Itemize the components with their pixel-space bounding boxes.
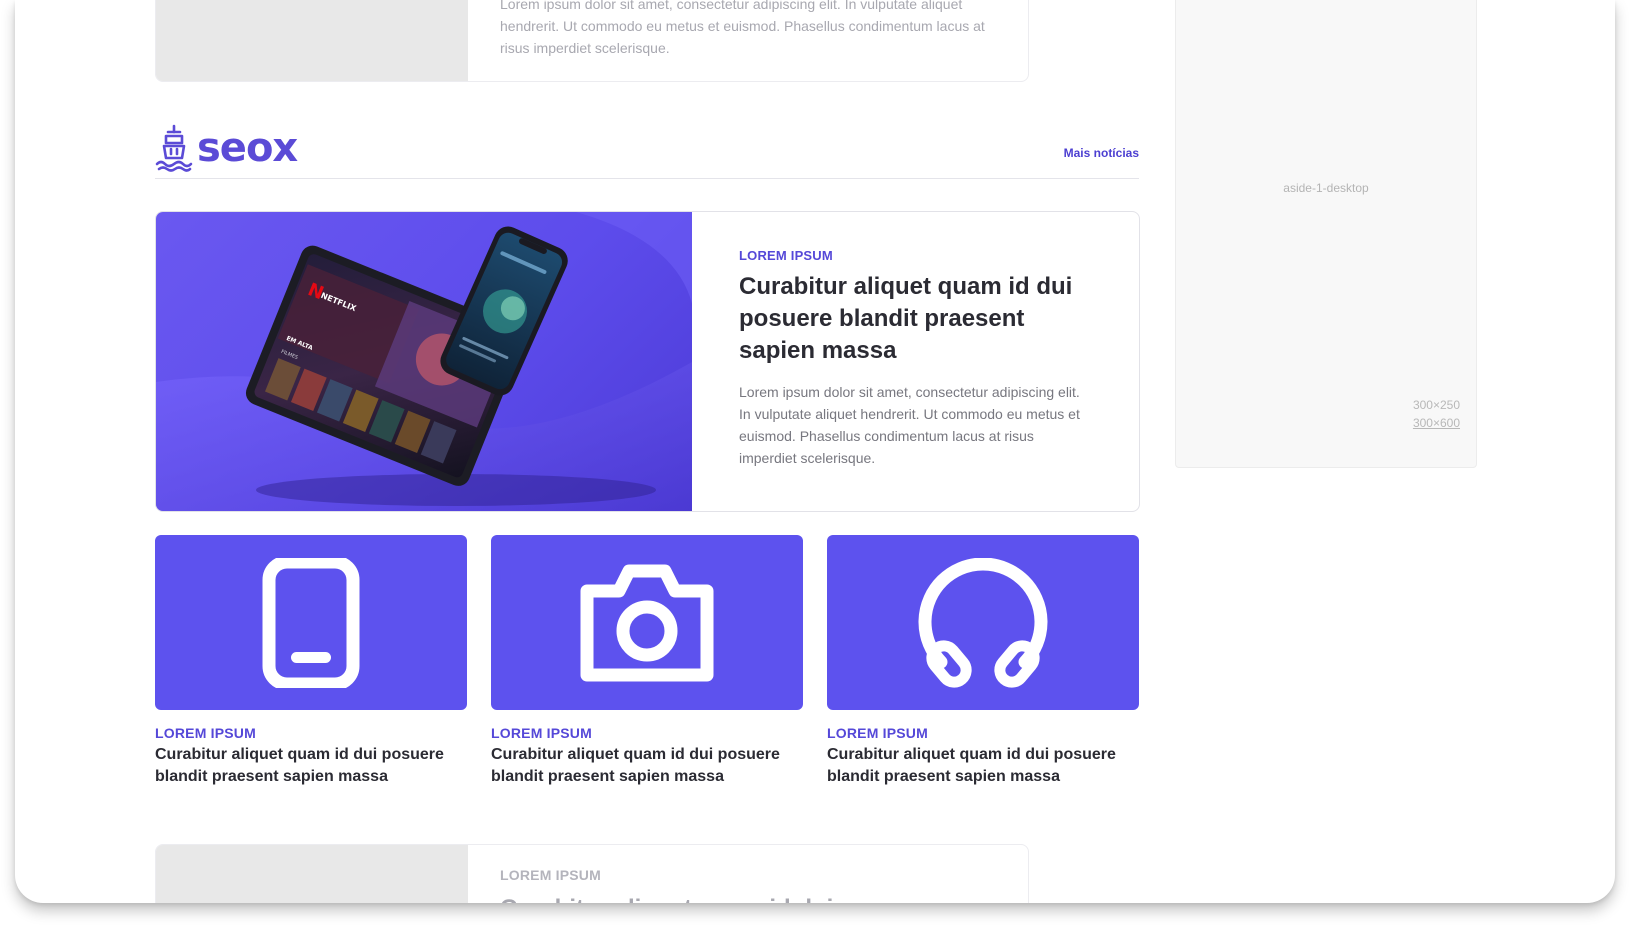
headphones-icon (918, 557, 1048, 688)
card-excerpt: Lorem ipsum dolor sit amet, consectetur … (500, 0, 985, 56)
image-placeholder (156, 845, 468, 903)
section-header: seox Mais notícias (155, 122, 1139, 179)
mini-card-title[interactable]: Curabitur aliquet quam id dui posuere bl… (491, 744, 803, 788)
featured-news-card[interactable]: N NETFLIX EM ALTA FILMES LOREM IPSUM Cur… (155, 211, 1140, 512)
ship-icon (155, 124, 193, 172)
featured-image: N NETFLIX EM ALTA FILMES (156, 212, 692, 511)
devices-illustration: N NETFLIX EM ALTA FILMES (156, 212, 692, 511)
card-kicker[interactable]: LOREM IPSUM (500, 867, 1000, 883)
seox-logo[interactable]: seox (155, 124, 298, 172)
featured-body: LOREM IPSUM Curabitur aliquet quam id du… (739, 248, 1089, 469)
mini-card-1[interactable]: LOREM IPSUM Curabitur aliquet quam id du… (155, 535, 467, 788)
featured-description: Lorem ipsum dolor sit amet, consectetur … (739, 384, 1080, 466)
more-news-link[interactable]: Mais notícias (1064, 146, 1139, 160)
news-card-top[interactable]: Lorem ipsum dolor sit amet, consectetur … (155, 0, 1029, 82)
ad-size-alt[interactable]: 300×600 (1413, 414, 1460, 432)
featured-kicker[interactable]: LOREM IPSUM (739, 248, 1089, 263)
mini-card-thumb[interactable] (491, 535, 803, 710)
page-viewport: Lorem ipsum dolor sit amet, consectetur … (15, 0, 1615, 903)
mini-card-title[interactable]: Curabitur aliquet quam id dui posuere bl… (827, 744, 1139, 788)
mini-card-kicker[interactable]: LOREM IPSUM (491, 725, 803, 741)
mini-card-thumb[interactable] (827, 535, 1139, 710)
news-card-bottom[interactable]: LOREM IPSUM Curabitur aliquet quam id du… (155, 844, 1029, 903)
featured-title[interactable]: Curabitur aliquet quam id dui posuere bl… (739, 271, 1089, 367)
smartphone-icon (262, 557, 360, 688)
mini-card-kicker[interactable]: LOREM IPSUM (827, 725, 1139, 741)
mini-card-title[interactable]: Curabitur aliquet quam id dui posuere bl… (155, 744, 467, 788)
ad-sizes: 300×250 300×600 (1413, 396, 1460, 432)
ad-size-primary: 300×250 (1412, 398, 1460, 412)
ad-slot-label: aside-1-desktop (1283, 181, 1369, 195)
mini-card-3[interactable]: LOREM IPSUM Curabitur aliquet quam id du… (827, 535, 1139, 788)
camera-icon (580, 564, 714, 681)
image-placeholder (156, 0, 468, 81)
card-body: LOREM IPSUM Curabitur aliquet quam id du… (500, 867, 1000, 903)
mini-card-2[interactable]: LOREM IPSUM Curabitur aliquet quam id du… (491, 535, 803, 788)
card-title[interactable]: Curabitur aliquet quam id dui posuere (500, 893, 1000, 903)
brand-name: seox (197, 125, 298, 171)
mini-card-kicker[interactable]: LOREM IPSUM (155, 725, 467, 741)
mini-card-thumb[interactable] (155, 535, 467, 710)
aside-ad-slot: aside-1-desktop 300×250 300×600 (1175, 0, 1477, 468)
